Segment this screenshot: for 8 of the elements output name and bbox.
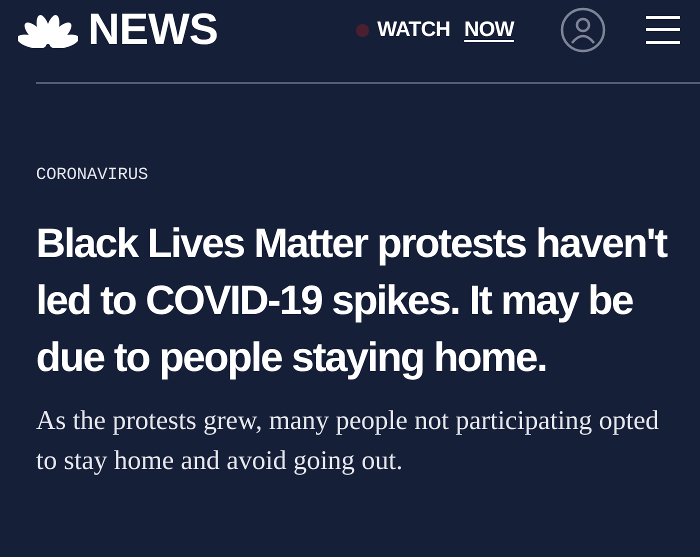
watch-now-link[interactable]: WATCH NOW — [356, 18, 514, 42]
menu-icon[interactable] — [646, 15, 680, 45]
headline: Black Lives Matter protests haven't led to COVID-19 spikes. It may be due to people staying home. — [36, 219, 668, 382]
logo-text[interactable]: NEWS — [88, 8, 218, 52]
category-label[interactable]: CORONAVIRUS — [36, 166, 670, 185]
peacock-fan-icon — [18, 12, 78, 48]
account-icon[interactable] — [560, 7, 606, 53]
article-summary: As the protests grew, many people not participating opted to stay home and avoid going out. — [36, 404, 660, 477]
